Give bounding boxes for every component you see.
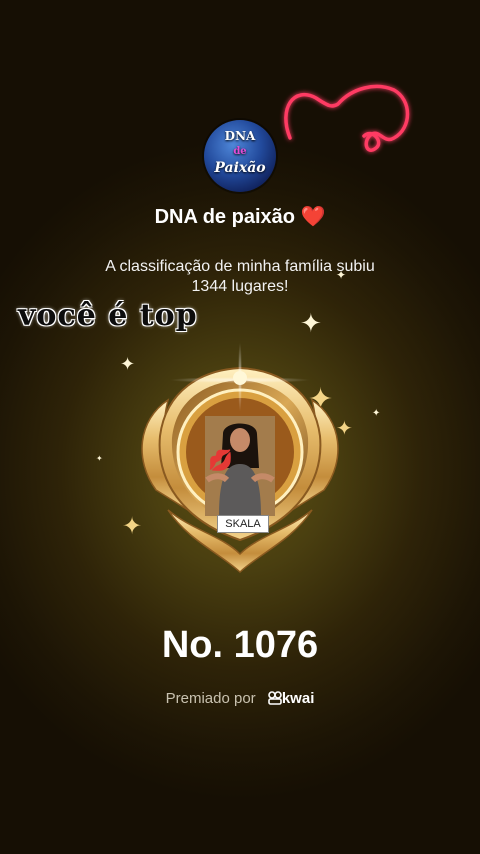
kiss-lips-icon: 💋 (208, 450, 233, 472)
rank-up-message-line2: 1344 lugares! (191, 278, 289, 295)
heart-emoji-icon: ❤️ (300, 206, 326, 228)
member-name-badge: SKALA (217, 515, 269, 533)
kwai-logo-icon: kwai (268, 690, 315, 707)
kwai-brand-text: kwai (281, 690, 315, 707)
logo-text-2: de (233, 146, 247, 157)
sparkle-icon: ✦ (336, 268, 347, 282)
sparkle-icon: ✦ (96, 454, 103, 463)
logo-text-1: DNA (224, 129, 256, 143)
awarded-by-label: Premiado por (165, 690, 256, 707)
sparkle-icon: ✦ (300, 308, 322, 338)
rank-up-message-line1: A classificação de minha família subiu (105, 258, 375, 275)
family-name-title: DNA de paixão ❤️ (0, 204, 480, 229)
neon-heart-decoration (284, 84, 410, 152)
family-logo-avatar[interactable]: DNA de Paixão (204, 120, 276, 192)
logo-text-3: Paixão (214, 160, 266, 176)
sticker-text-overlay: você é top (18, 298, 198, 333)
awarded-by-footer: Premiado por kwai (0, 690, 480, 707)
sparkle-icon: ✦ (372, 408, 381, 419)
family-name-text: DNA de paixão (154, 206, 295, 228)
rank-number: No. 1076 (161, 624, 319, 666)
rank-up-message: A classificação de minha família subiu 1… (60, 257, 420, 297)
